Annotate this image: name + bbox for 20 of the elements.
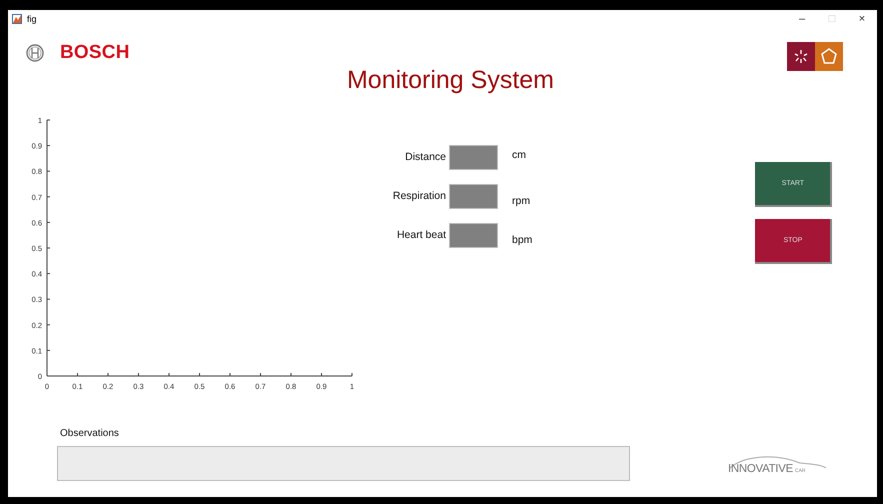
figure-icon xyxy=(12,14,22,24)
reading-label: Respiration xyxy=(392,190,446,202)
window-control[interactable]: × xyxy=(847,13,877,25)
reading-display xyxy=(449,144,498,170)
university-logo-drawing xyxy=(787,42,843,71)
window-title: fig xyxy=(27,14,37,24)
observations-field[interactable] xyxy=(57,446,630,481)
window-control[interactable]: – xyxy=(787,13,817,25)
reading-label: Distance xyxy=(404,151,446,163)
brand-name: BOSCH xyxy=(60,42,130,64)
reading-display xyxy=(449,184,498,208)
page-title: Monitoring System xyxy=(346,66,556,96)
reading-label: Heart beat xyxy=(396,229,446,241)
unit-label: bpm xyxy=(512,234,532,246)
unit-label: cm xyxy=(512,148,526,160)
unit-label: rpm xyxy=(512,195,530,207)
reading-display xyxy=(449,222,498,248)
logo-wordmark: INNOVATIVE xyxy=(728,463,793,475)
armature-logo-icon xyxy=(26,44,44,62)
observations-label: Observations xyxy=(60,428,120,439)
